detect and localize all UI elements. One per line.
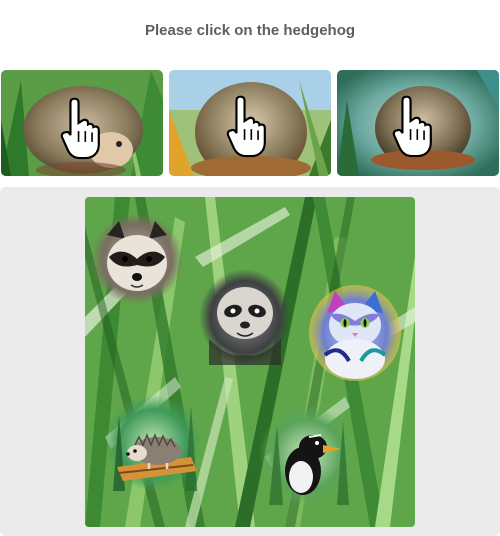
animal-sloth[interactable] xyxy=(199,269,291,365)
example-images-row xyxy=(0,70,500,176)
example-image-2 xyxy=(169,70,331,176)
example-image-3 xyxy=(337,70,499,176)
animal-raccoon[interactable] xyxy=(91,213,183,305)
animal-hedgehog[interactable] xyxy=(105,395,201,491)
challenge-prompt: Please click on the hedgehog xyxy=(144,22,356,39)
challenge-canvas[interactable] xyxy=(85,197,415,527)
animal-cat[interactable] xyxy=(309,285,401,381)
example-image-1 xyxy=(1,70,163,176)
animal-penguin[interactable] xyxy=(259,405,355,505)
